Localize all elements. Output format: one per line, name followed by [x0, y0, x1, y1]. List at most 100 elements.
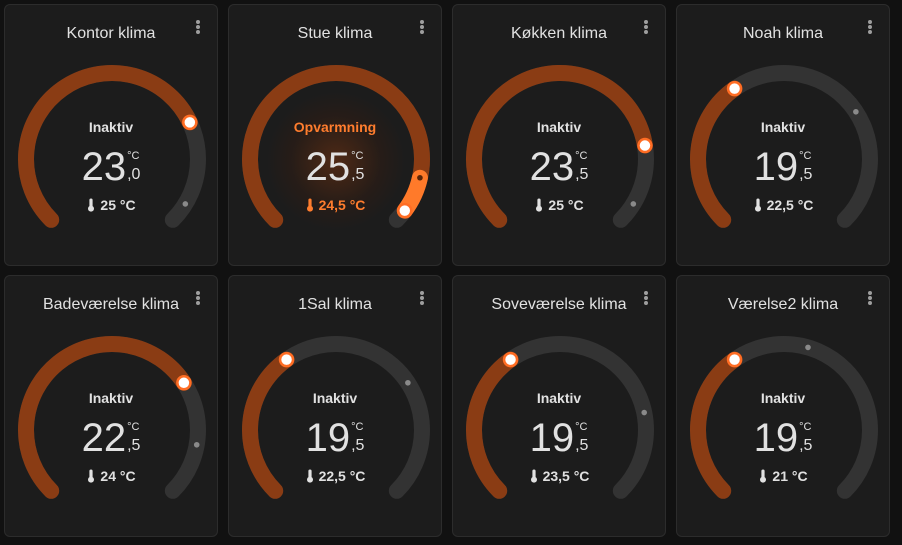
- temperature-unit: °C: [127, 150, 140, 162]
- current-temperature-value: 24 °C: [100, 468, 136, 484]
- current-temperature-marker: [853, 108, 859, 115]
- thermometer-icon: [530, 469, 537, 483]
- target-temperature: 19 °C ,5: [677, 145, 889, 189]
- more-options-icon[interactable]: [191, 290, 205, 308]
- current-temperature: 25 °C: [453, 197, 665, 213]
- card-title: Kontor klima: [66, 25, 156, 42]
- current-temperature-marker: [641, 409, 648, 416]
- target-temperature-handle[interactable]: [278, 351, 295, 368]
- thermometer-icon: [536, 198, 543, 212]
- current-temperature: 22,5 °C: [677, 197, 889, 213]
- target-temperature-integer: 19: [753, 416, 799, 460]
- card-title: Køkken klima: [510, 25, 608, 42]
- card-title: Soveværelse klima: [491, 296, 627, 313]
- current-temperature-value: 23,5 °C: [542, 468, 590, 484]
- temperature-unit: °C: [575, 421, 588, 433]
- temperature-dial[interactable]: [229, 5, 442, 266]
- target-temperature-integer: 22: [81, 416, 127, 460]
- current-temperature: 23,5 °C: [453, 468, 665, 484]
- target-temperature-decimal: ,5: [799, 437, 813, 454]
- hvac-action: Inaktiv: [760, 390, 806, 406]
- card-title: Værelse2 klima: [727, 296, 839, 313]
- more-options-icon[interactable]: [639, 19, 653, 37]
- hvac-action: Inaktiv: [312, 390, 358, 406]
- target-temperature-decimal: ,5: [575, 166, 589, 183]
- temperature-dial[interactable]: [453, 276, 666, 537]
- thermostat-card: Noah klima Inaktiv 19 °C ,5 22,5 °C: [676, 4, 890, 266]
- thermostat-card: Kontor klima Inaktiv 23 °C ,0 25 °C: [4, 4, 218, 266]
- temperature-dial[interactable]: [677, 276, 890, 537]
- temperature-dial[interactable]: [229, 276, 442, 537]
- thermometer-icon: [306, 198, 313, 212]
- target-temperature-integer: 23: [529, 145, 575, 189]
- card-title: 1Sal klima: [298, 296, 372, 313]
- target-temperature-decimal: ,5: [351, 166, 365, 183]
- temperature-dial[interactable]: [453, 5, 666, 266]
- thermostat-card: Stue klima Opvarmning 25 °C ,5 24,5 °C: [228, 4, 442, 266]
- current-temperature-marker: [805, 344, 811, 351]
- temperature-dial[interactable]: [5, 5, 218, 266]
- target-temperature-handle[interactable]: [502, 351, 519, 368]
- more-options-icon[interactable]: [863, 19, 877, 37]
- card-title: Badeværelse klima: [42, 296, 180, 313]
- card-title: Stue klima: [297, 25, 373, 42]
- temperature-unit: °C: [351, 150, 364, 162]
- hvac-action: Inaktiv: [88, 119, 134, 135]
- hvac-action: Inaktiv: [760, 119, 806, 135]
- target-temperature: 23 °C ,0: [5, 145, 217, 189]
- current-temperature: 25 °C: [5, 197, 217, 213]
- current-temperature-value: 22,5 °C: [318, 468, 366, 484]
- current-temperature: 22,5 °C: [229, 468, 441, 484]
- hvac-action: Inaktiv: [88, 390, 134, 406]
- target-temperature-decimal: ,5: [799, 166, 813, 183]
- target-temperature-handle[interactable]: [726, 80, 743, 97]
- current-temperature: 24 °C: [5, 468, 217, 484]
- thermostat-card: Badeværelse klima Inaktiv 22 °C ,5 24 °C: [4, 275, 218, 537]
- hvac-action: Opvarmning: [293, 119, 377, 135]
- temperature-unit: °C: [799, 150, 812, 162]
- hvac-action: Inaktiv: [536, 119, 582, 135]
- target-temperature: 19 °C ,5: [229, 416, 441, 460]
- target-temperature-handle[interactable]: [176, 375, 192, 391]
- current-temperature-value: 21 °C: [772, 468, 808, 484]
- target-temperature: 25 °C ,5: [229, 145, 441, 189]
- current-temperature-value: 25 °C: [548, 197, 584, 213]
- thermostat-card: Soveværelse klima Inaktiv 19 °C ,5 23,5 °C: [452, 275, 666, 537]
- target-temperature: 22 °C ,5: [5, 416, 217, 460]
- thermometer-icon: [760, 469, 767, 483]
- target-temperature-handle[interactable]: [726, 351, 743, 368]
- target-temperature-decimal: ,5: [127, 437, 141, 454]
- current-temperature-value: 24,5 °C: [318, 197, 366, 213]
- target-temperature: 19 °C ,5: [677, 416, 889, 460]
- more-options-icon[interactable]: [191, 19, 205, 37]
- more-options-icon[interactable]: [415, 290, 429, 308]
- thermometer-icon: [88, 198, 95, 212]
- temperature-unit: °C: [575, 150, 588, 162]
- more-options-icon[interactable]: [639, 290, 653, 308]
- temperature-dial[interactable]: [5, 276, 218, 537]
- thermometer-icon: [88, 469, 95, 483]
- target-temperature-integer: 19: [753, 145, 799, 189]
- temperature-unit: °C: [351, 421, 364, 433]
- target-temperature-decimal: ,0: [127, 166, 141, 183]
- current-temperature-value: 25 °C: [100, 197, 136, 213]
- temperature-unit: °C: [127, 421, 140, 433]
- target-temperature-integer: 19: [305, 416, 351, 460]
- thermostat-card: 1Sal klima Inaktiv 19 °C ,5 22,5 °C: [228, 275, 442, 537]
- target-temperature: 23 °C ,5: [453, 145, 665, 189]
- thermostat-card: Værelse2 klima Inaktiv 19 °C ,5 21 °C: [676, 275, 890, 537]
- temperature-unit: °C: [799, 421, 812, 433]
- target-temperature-integer: 25: [305, 145, 351, 189]
- thermostat-card: Køkken klima Inaktiv 23 °C ,5 25 °C: [452, 4, 666, 266]
- current-temperature: 24,5 °C: [229, 197, 441, 213]
- more-options-icon[interactable]: [415, 19, 429, 37]
- hvac-action: Inaktiv: [536, 390, 582, 406]
- current-temperature-marker: [405, 379, 411, 386]
- temperature-dial[interactable]: [677, 5, 890, 266]
- card-title: Noah klima: [742, 25, 824, 42]
- more-options-icon[interactable]: [863, 290, 877, 308]
- thermometer-icon: [306, 469, 313, 483]
- target-temperature-integer: 23: [81, 145, 127, 189]
- target-temperature: 19 °C ,5: [453, 416, 665, 460]
- thermometer-icon: [754, 198, 761, 212]
